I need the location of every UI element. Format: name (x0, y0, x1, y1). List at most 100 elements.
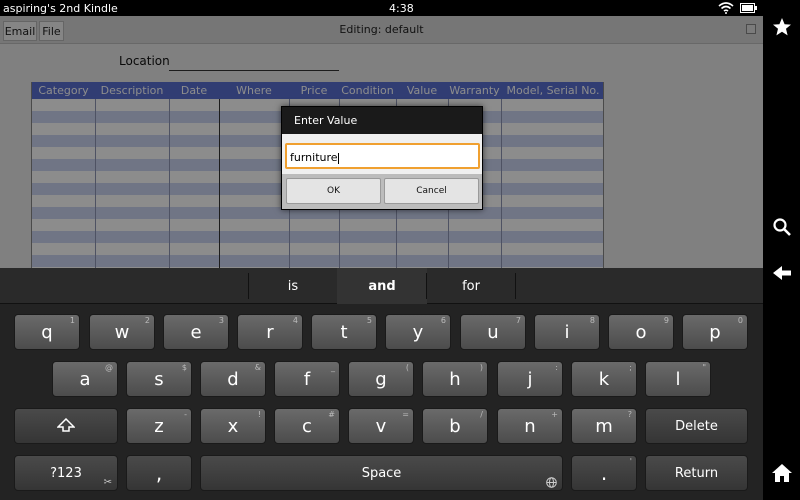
key-label: x (227, 415, 239, 437)
value-input[interactable]: furniture (285, 143, 480, 169)
key-label: b (449, 415, 461, 437)
key-o[interactable]: o9 (608, 314, 674, 350)
key-n[interactable]: n + (497, 408, 563, 444)
key-q[interactable]: q1 (14, 314, 80, 350)
enter-value-dialog: Enter Value furniture OK Cancel (281, 106, 483, 210)
kindle-screen: aspiring's 2nd Kindle 4:38 Email File Ed… (0, 0, 800, 500)
device-name: aspiring's 2nd Kindle (3, 2, 118, 15)
key-label: t (340, 321, 348, 343)
text-caret (337, 152, 339, 164)
suggestion-item[interactable]: is (248, 268, 338, 304)
key-label: q (41, 321, 53, 343)
key-hint: _ (331, 363, 335, 372)
star-icon[interactable] (769, 14, 795, 40)
key-r[interactable]: r4 (237, 314, 303, 350)
ok-button[interactable]: OK (286, 178, 381, 204)
status-clock: 4:38 (389, 2, 414, 15)
key-hint: ; (629, 363, 632, 372)
dialog-body: furniture (282, 134, 482, 174)
key-a[interactable]: a @ (52, 361, 118, 397)
key-hint: + (551, 410, 558, 419)
key-hint: 5 (366, 316, 372, 325)
key-v[interactable]: v = (348, 408, 414, 444)
key-i[interactable]: i8 (534, 314, 600, 350)
key-c[interactable]: c # (274, 408, 340, 444)
key-hint: & (254, 363, 261, 372)
key-hint: 6 (440, 316, 446, 325)
key-label: w (114, 321, 130, 343)
key-label: a (79, 368, 91, 390)
key-label: z (154, 415, 164, 437)
key-j[interactable]: j: (497, 361, 563, 397)
key-w[interactable]: w2 (89, 314, 155, 350)
globe-icon (546, 477, 557, 488)
key-e[interactable]: e3 (163, 314, 229, 350)
return-key[interactable]: Return (645, 455, 748, 491)
key-hint: ! (257, 410, 261, 419)
key-t[interactable]: t5 (311, 314, 377, 350)
key-l[interactable]: l " (645, 361, 711, 397)
key-hint: 4 (292, 316, 298, 325)
key-h[interactable]: h) (422, 361, 488, 397)
key-label: s (154, 368, 164, 390)
key-u[interactable]: u7 (460, 314, 526, 350)
key-hint: $ (181, 363, 187, 372)
battery-icon (740, 3, 757, 13)
delete-key[interactable]: Delete (645, 408, 748, 444)
status-bar: aspiring's 2nd Kindle 4:38 (0, 0, 763, 16)
wifi-icon (718, 2, 734, 14)
key-label: u (487, 321, 499, 343)
suggestion-bar: is and for (0, 268, 763, 304)
shift-icon (57, 418, 75, 432)
key-label: l (675, 368, 681, 390)
key-hint: = (402, 410, 409, 419)
symbols-key[interactable]: ?123 ✂ (14, 455, 118, 491)
key-label: n (524, 415, 536, 437)
key-p[interactable]: p0 (682, 314, 748, 350)
key-hint: ' (629, 457, 632, 466)
shift-key[interactable] (14, 408, 118, 444)
key-label: Return (674, 465, 719, 481)
suggestion-item[interactable]: for (426, 268, 516, 304)
dialog-title: Enter Value (294, 114, 358, 127)
key-g[interactable]: g( (348, 361, 414, 397)
key-m[interactable]: m? (571, 408, 637, 444)
key-label: c (302, 415, 312, 437)
comma-key[interactable]: , (126, 455, 192, 491)
key-f[interactable]: f _ (274, 361, 340, 397)
key-hint: / (480, 410, 483, 419)
space-key[interactable]: Space (200, 455, 563, 491)
key-label: Delete (675, 418, 718, 434)
dialog-actions: OK Cancel (282, 174, 482, 209)
key-hint: ) (479, 363, 483, 372)
key-label: v (375, 415, 387, 437)
key-x[interactable]: x! (200, 408, 266, 444)
search-icon[interactable] (769, 214, 795, 240)
suggestion-divider (515, 273, 516, 299)
key-label: r (266, 321, 274, 343)
key-hint: 2 (144, 316, 150, 325)
key-label: j (527, 368, 533, 390)
key-hint: @ (105, 363, 113, 372)
key-hint: 7 (515, 316, 521, 325)
key-label: m (595, 415, 613, 437)
suggestion-item[interactable]: and (337, 268, 427, 304)
key-d[interactable]: d & (200, 361, 266, 397)
key-z[interactable]: z- (126, 408, 192, 444)
key-label: d (227, 368, 239, 390)
key-y[interactable]: y6 (385, 314, 451, 350)
cancel-button[interactable]: Cancel (384, 178, 479, 204)
back-arrow-icon[interactable] (769, 260, 795, 286)
soft-keyboard: is and for q1 w2 e3 r4 t5 y6 u7 i8 o9 p0… (0, 268, 763, 500)
key-hint: ( (405, 363, 409, 372)
key-label: h (449, 368, 461, 390)
period-key[interactable]: . ' (571, 455, 637, 491)
key-s[interactable]: s $ (126, 361, 192, 397)
key-hint: 3 (218, 316, 224, 325)
key-b[interactable]: b / (422, 408, 488, 444)
system-sidebar (763, 0, 800, 500)
key-label: . (600, 461, 608, 485)
home-icon[interactable] (769, 460, 795, 486)
key-k[interactable]: k; (571, 361, 637, 397)
key-hint: 8 (589, 316, 595, 325)
